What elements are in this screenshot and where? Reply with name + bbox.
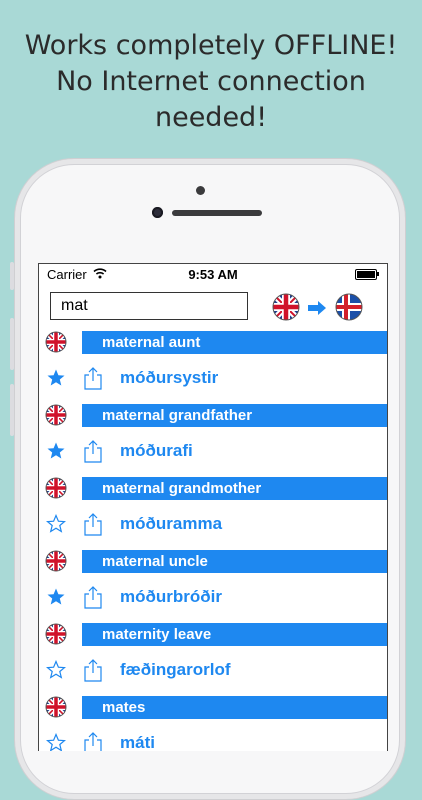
uk-flag-icon	[45, 477, 67, 499]
list-item-translation[interactable]: móðuramma	[39, 504, 387, 546]
icelandic-term: móðurbróðir	[120, 587, 222, 606]
search-input[interactable]	[50, 292, 248, 320]
uk-flag-icon	[45, 623, 67, 645]
english-term: maternity leave	[82, 623, 387, 646]
uk-flag-icon[interactable]	[272, 293, 300, 321]
english-term: maternal grandfather	[82, 404, 387, 427]
arrow-right-icon	[308, 301, 326, 315]
uk-flag-icon	[45, 696, 67, 718]
list-item-translation[interactable]: móðurafi	[39, 431, 387, 473]
share-icon[interactable]	[82, 439, 104, 463]
promo-line-1: Works completely OFFLINE!	[24, 30, 398, 61]
list-item-english[interactable]: maternity leave	[39, 623, 387, 646]
uk-flag-icon	[45, 331, 67, 353]
promo-text: Works completely OFFLINE! No Internet co…	[0, 28, 422, 136]
share-icon[interactable]	[82, 512, 104, 536]
share-icon[interactable]	[82, 585, 104, 609]
list-item-translation[interactable]: máti	[39, 723, 387, 751]
list-item-english[interactable]: maternal grandmother	[39, 477, 387, 500]
list-item-translation[interactable]: móðurbróðir	[39, 577, 387, 619]
list-item-translation[interactable]: móðursystir	[39, 358, 387, 400]
promo-line-3: needed!	[154, 102, 268, 133]
share-icon[interactable]	[82, 731, 104, 751]
search-row	[39, 285, 387, 331]
icelandic-term: fæðingarorlof	[120, 660, 231, 679]
star-outline-icon[interactable]	[46, 733, 66, 751]
list-item-english[interactable]: maternal uncle	[39, 550, 387, 573]
promo-line-2: No Internet connection	[56, 66, 366, 97]
icelandic-term: máti	[120, 733, 155, 751]
uk-flag-icon	[45, 404, 67, 426]
share-icon[interactable]	[82, 658, 104, 682]
star-outline-icon[interactable]	[46, 514, 66, 534]
icelandic-term: móðursystir	[120, 368, 219, 387]
list-item-english[interactable]: maternal aunt	[39, 331, 387, 354]
english-term: maternal aunt	[82, 331, 387, 354]
volume-up-button	[10, 318, 14, 370]
mute-switch	[10, 262, 14, 290]
battery-icon	[355, 269, 379, 280]
icelandic-term: móðurafi	[120, 441, 193, 460]
english-term: maternal grandmother	[82, 477, 387, 500]
app-screen: Carrier 9:53 AM mat maternal aunt móðurs…	[38, 263, 388, 751]
star-filled-icon[interactable]	[46, 368, 66, 388]
english-term: mates	[82, 696, 387, 719]
iceland-flag-icon[interactable]	[335, 293, 363, 321]
phone-sensor	[196, 186, 205, 195]
volume-down-button	[10, 384, 14, 436]
star-filled-icon[interactable]	[46, 441, 66, 461]
front-camera	[152, 207, 163, 218]
list-item-english[interactable]: mates	[39, 696, 387, 719]
list-item-translation[interactable]: fæðingarorlof	[39, 650, 387, 692]
share-icon[interactable]	[82, 366, 104, 390]
icelandic-term: móðuramma	[120, 514, 223, 533]
status-bar: Carrier 9:53 AM	[39, 264, 387, 285]
status-time: 9:53 AM	[188, 267, 238, 282]
results-list: maternal aunt móðursystir maternal grand…	[39, 331, 387, 751]
english-term: maternal uncle	[82, 550, 387, 573]
star-outline-icon[interactable]	[46, 660, 66, 680]
uk-flag-icon	[45, 550, 67, 572]
list-item-english[interactable]: maternal grandfather	[39, 404, 387, 427]
phone-earpiece	[172, 210, 262, 216]
star-filled-icon[interactable]	[46, 587, 66, 607]
